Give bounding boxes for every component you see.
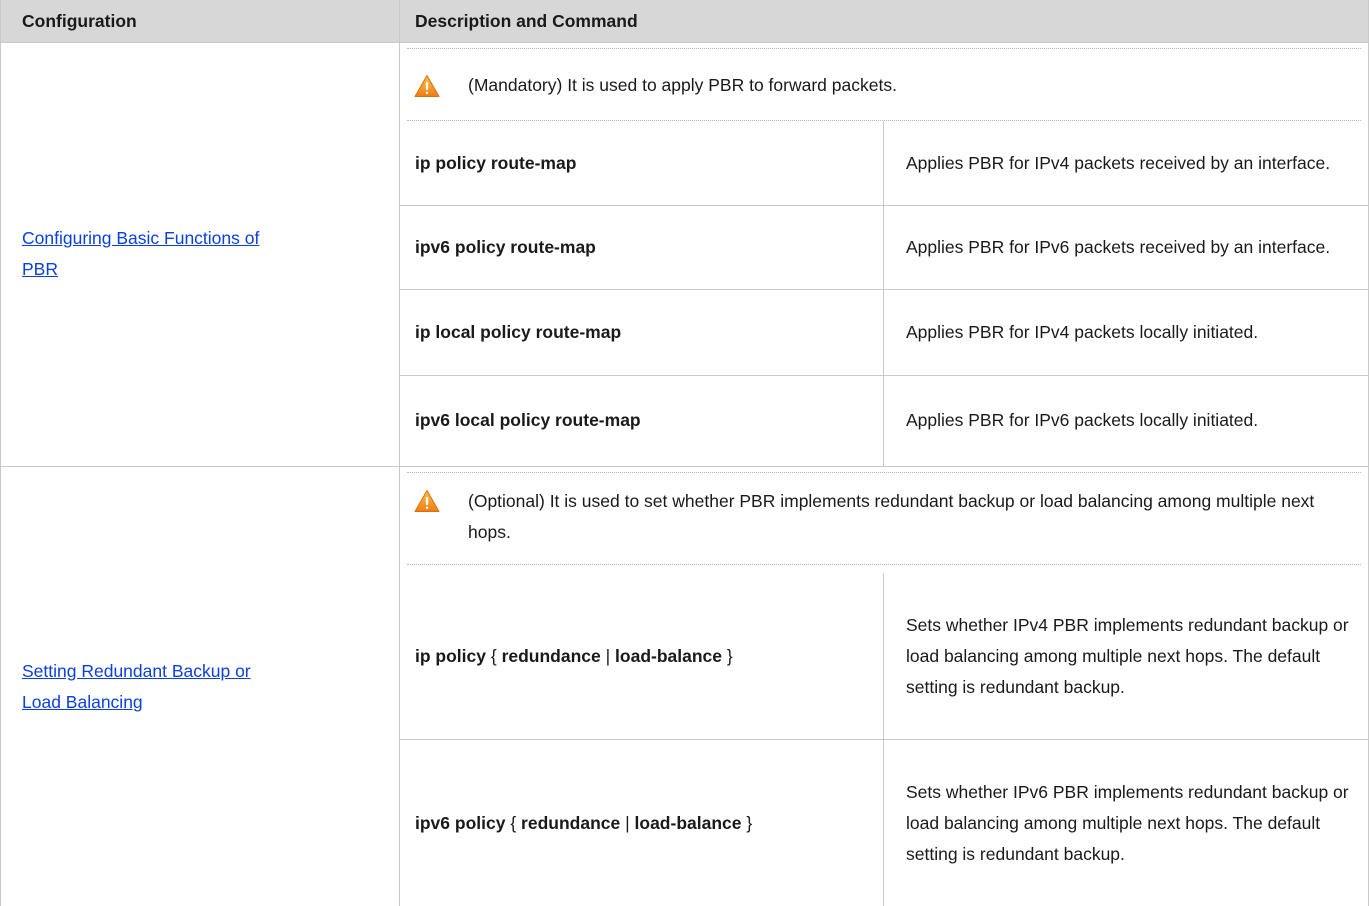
header-configuration: Configuration (22, 10, 137, 31)
description-text: Sets whether IPv4 PBR implements redunda… (906, 614, 1349, 697)
config-cell: Setting Redundant Backup or Load Balanci… (22, 467, 392, 906)
command-ipv6-policy-redundance: ipv6 policy { redundance | load-balance … (415, 740, 880, 906)
grid-line (883, 121, 884, 466)
warning-icon (414, 490, 440, 512)
command-syntax: { (485, 645, 502, 666)
command-ip-policy-route-map: ip policy route-map (415, 152, 577, 173)
config-link-basic-functions[interactable]: Configuring Basic Functions of (22, 223, 259, 254)
command-ip-policy-redundance: ip policy { redundance | load-balance } (415, 573, 880, 739)
config-link-basic-functions[interactable]: PBR (22, 254, 58, 285)
description-cell: Applies PBR for IPv6 packets received by… (906, 205, 1358, 289)
note-border (407, 48, 1361, 49)
description-cell: Applies PBR for IPv6 packets locally ini… (906, 375, 1358, 466)
config-link-redundant-backup[interactable]: Setting Redundant Backup or (22, 656, 251, 687)
description-cell: Sets whether IPv6 PBR implements redunda… (906, 740, 1358, 906)
grid-line (0, 0, 1, 906)
note-border (407, 472, 1361, 473)
config-cell: Configuring Basic Functions of PBR (22, 42, 392, 466)
warning-icon (414, 75, 440, 97)
grid-line (399, 0, 400, 906)
command-keyword: ipv6 policy (415, 812, 506, 833)
command-ipv6-local-policy-route-map: ipv6 local policy route-map (415, 410, 641, 430)
description-cell: Sets whether IPv4 PBR implements redunda… (906, 573, 1358, 739)
command-keyword: load-balance (634, 812, 742, 833)
command-syntax: { (505, 812, 522, 833)
note-border (407, 564, 1361, 565)
command-syntax: | (600, 645, 616, 666)
command-ipv6-policy-route-map: ipv6 policy route-map (415, 236, 596, 257)
header-description-command: Description and Command (415, 10, 638, 31)
command-keyword: redundance (501, 645, 601, 666)
command-keyword: load-balance (615, 645, 723, 666)
command-ip-local-policy-route-map: ip local policy route-map (415, 321, 622, 342)
description-text: Applies PBR for IPv6 packets received by… (906, 236, 1331, 257)
config-link-redundant-backup[interactable]: Load Balancing (22, 687, 143, 718)
command-keyword: redundance (521, 812, 621, 833)
description-text: Applies PBR for IPv4 packets locally ini… (906, 321, 1259, 342)
description-cell: Applies PBR for IPv4 packets locally ini… (906, 289, 1358, 375)
description-cell: Applies PBR for IPv4 packets received by… (906, 121, 1358, 205)
command-syntax: } (722, 645, 733, 666)
note-mandatory: (Mandatory) It is used to apply PBR to f… (468, 75, 897, 95)
description-text: Sets whether IPv6 PBR implements redunda… (906, 781, 1349, 864)
description-text: Applies PBR for IPv4 packets received by… (906, 152, 1331, 173)
description-text: Applies PBR for IPv6 packets locally ini… (906, 410, 1259, 430)
command-syntax: } (741, 812, 753, 833)
note-optional: (Optional) It is used to set whether PBR… (468, 491, 1315, 542)
command-syntax: | (620, 812, 635, 833)
command-keyword: ip policy (415, 645, 486, 666)
